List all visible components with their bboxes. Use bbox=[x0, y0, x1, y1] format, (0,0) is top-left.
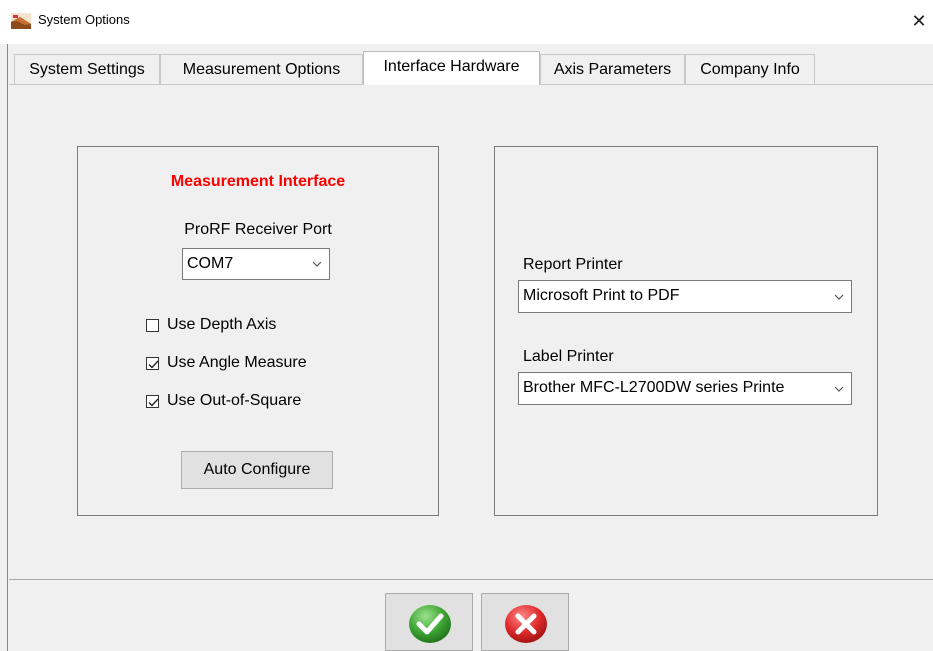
checkmark-icon bbox=[148, 398, 159, 407]
tab-company-info[interactable]: Company Info bbox=[685, 54, 815, 84]
report-printer-select[interactable]: Microsoft Print to PDF bbox=[518, 280, 852, 313]
cancel-button[interactable] bbox=[481, 593, 569, 651]
tab-interface-hardware[interactable]: Interface Hardware bbox=[363, 51, 540, 85]
port-select-value: COM7 bbox=[187, 255, 234, 272]
port-select[interactable]: COM7 bbox=[182, 248, 330, 280]
out-of-square-checkbox[interactable] bbox=[146, 395, 159, 408]
green-check-icon bbox=[409, 605, 451, 643]
tab-axis-parameters[interactable]: Axis Parameters bbox=[540, 54, 685, 84]
measurement-interface-group: Measurement Interface ProRF Receiver Por… bbox=[77, 146, 439, 516]
label-printer-value: Brother MFC-L2700DW series Printe bbox=[523, 379, 785, 396]
angle-measure-label: Use Angle Measure bbox=[167, 354, 307, 371]
label-printer-label: Label Printer bbox=[523, 348, 614, 365]
tab-measurement-options[interactable]: Measurement Options bbox=[160, 54, 363, 84]
chevron-down-icon bbox=[311, 249, 323, 279]
tab-system-settings[interactable]: System Settings bbox=[14, 54, 160, 84]
angle-measure-checkbox[interactable] bbox=[146, 357, 159, 370]
auto-configure-button[interactable]: Auto Configure bbox=[181, 451, 333, 489]
out-of-square-label: Use Out-of-Square bbox=[167, 392, 302, 409]
tab-strip: System Settings Measurement Options Inte… bbox=[14, 51, 924, 85]
close-icon[interactable]: ✕ bbox=[908, 9, 930, 33]
checkmark-icon bbox=[148, 360, 159, 369]
depth-axis-checkbox[interactable] bbox=[146, 319, 159, 332]
title-bar: System Options ✕ bbox=[0, 0, 933, 44]
chevron-down-icon bbox=[833, 281, 845, 311]
report-printer-label: Report Printer bbox=[523, 256, 623, 273]
depth-axis-label: Use Depth Axis bbox=[167, 316, 277, 333]
measurement-interface-heading: Measurement Interface bbox=[170, 173, 346, 190]
red-x-icon bbox=[505, 605, 547, 643]
window-title: System Options bbox=[38, 12, 130, 27]
chevron-down-icon bbox=[833, 373, 845, 403]
app-logo-icon bbox=[11, 13, 31, 29]
ok-button[interactable] bbox=[385, 593, 473, 651]
port-label: ProRF Receiver Port bbox=[184, 221, 332, 238]
label-printer-select[interactable]: Brother MFC-L2700DW series Printe bbox=[518, 372, 852, 405]
window-border bbox=[7, 44, 8, 651]
report-printer-value: Microsoft Print to PDF bbox=[523, 287, 680, 304]
printers-group: Report Printer Microsoft Print to PDF La… bbox=[494, 146, 878, 516]
